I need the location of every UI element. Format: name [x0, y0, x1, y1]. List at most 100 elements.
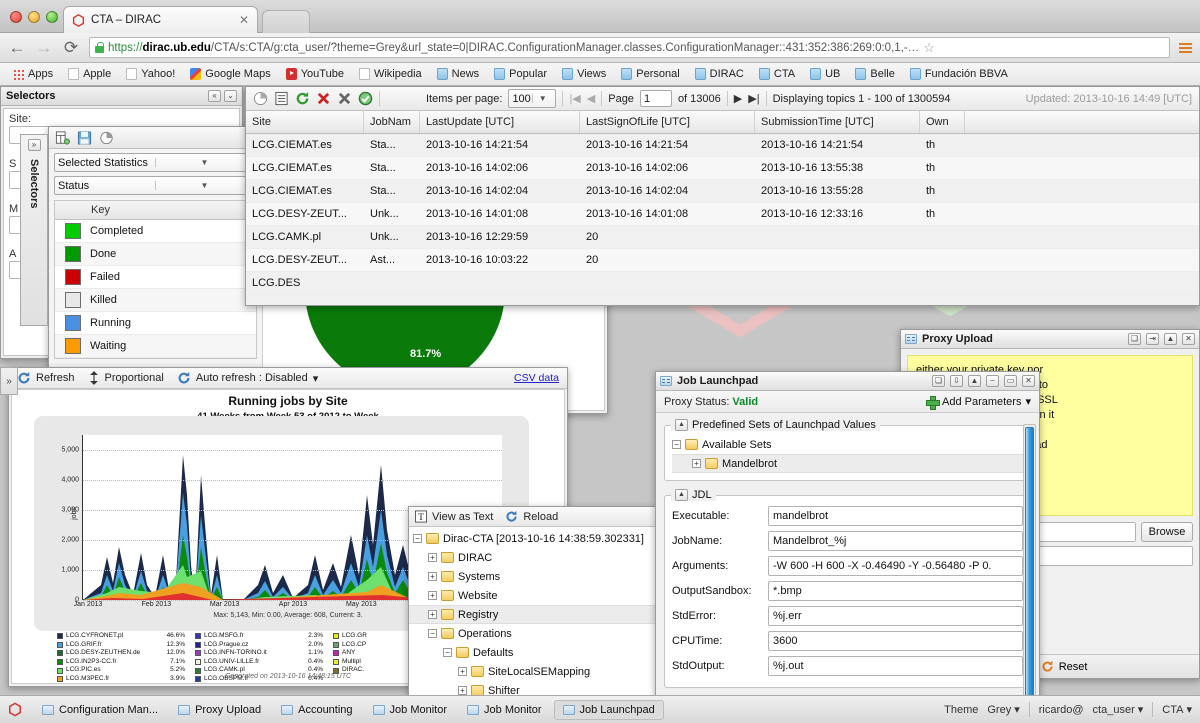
key-row[interactable]: Waiting	[55, 335, 256, 358]
refresh-button[interactable]: Refresh	[17, 371, 75, 385]
collapse-icon[interactable]: ▲	[675, 489, 688, 501]
jdl-field-input[interactable]: -W 600 -H 600 -X -0.46490 -Y -0.56480 -P…	[768, 556, 1023, 576]
taskbar-item[interactable]: Job Launchpad	[554, 700, 664, 720]
close-window-button[interactable]	[10, 11, 22, 23]
page-number-input[interactable]: 1	[640, 90, 672, 107]
tree-node[interactable]: − Defaults	[409, 643, 657, 662]
chevron-right-icon[interactable]: »	[28, 139, 41, 151]
refresh-icon[interactable]	[295, 91, 310, 106]
tree-node[interactable]: + Shifter	[409, 681, 657, 695]
proxy-reset-button[interactable]: Reset	[1041, 660, 1088, 673]
table-row[interactable]: LCG.CIEMAT.esSta...2013-10-16 14:02:0420…	[246, 180, 1199, 203]
kill-icon[interactable]	[337, 91, 352, 106]
chevron-down-icon[interactable]: ▾	[1138, 703, 1144, 716]
chevron-down-icon[interactable]: ▼	[532, 94, 553, 103]
jdl-field-input[interactable]: *.bmp	[768, 581, 1023, 601]
reload-button[interactable]: Reload	[505, 510, 558, 523]
minimize-icon[interactable]: −	[986, 375, 999, 387]
tree-node[interactable]: − Operations	[409, 624, 657, 643]
bookmark-apple[interactable]: Apple	[62, 66, 117, 82]
chevron-down-icon[interactable]: ▼	[155, 158, 253, 167]
table-row[interactable]: LCG.DESY-ZEUT...Ast...2013-10-16 10:03:2…	[246, 249, 1199, 272]
expand-toggle-icon[interactable]: −	[413, 534, 422, 543]
address-bar[interactable]: https://dirac.ub.edu/CTA/s:CTA/g:cta_use…	[89, 37, 1170, 58]
pin-icon[interactable]: ⇩	[950, 375, 963, 387]
selectors-side-tab[interactable]: » Selectors	[20, 134, 48, 326]
jdl-field-input[interactable]: %j.err	[768, 606, 1023, 626]
first-page-icon[interactable]: |◀	[569, 92, 580, 105]
expand-toggle-icon[interactable]: +	[692, 459, 701, 468]
launchpad-scrollbar-thumb[interactable]	[1025, 427, 1034, 695]
table-row[interactable]: LCG.DES	[246, 272, 1199, 295]
save-icon[interactable]	[77, 131, 92, 145]
forward-icon[interactable]: →	[35, 39, 53, 56]
table-row[interactable]: LCG.DESY-ZEUT...Unk...2013-10-16 14:01:0…	[246, 203, 1199, 226]
launchpad-scrollbar[interactable]: ▲ ▼	[1023, 424, 1036, 695]
proxy-browse-button[interactable]: Browse	[1141, 522, 1193, 542]
collapse-icon[interactable]: ▲	[675, 419, 688, 431]
expand-toggle-icon[interactable]: +	[458, 667, 467, 676]
tree-node[interactable]: + Registry	[409, 605, 657, 624]
collapse-icon[interactable]: ▲	[1164, 333, 1177, 345]
bookmark-personal[interactable]: Personal	[615, 66, 685, 82]
prev-page-icon[interactable]: ◀	[587, 92, 595, 105]
bookmark-yahoo-[interactable]: Yahoo!	[120, 66, 181, 82]
grouping-combo[interactable]: Status ▼	[54, 176, 257, 195]
bookmark-star-icon[interactable]: ☆	[923, 40, 935, 56]
chrome-menu-icon[interactable]	[1179, 43, 1192, 53]
expand-toggle-icon[interactable]: −	[428, 629, 437, 638]
tree-node[interactable]: + SiteLocalSEMapping	[409, 662, 657, 681]
expand-toggle-icon[interactable]: +	[428, 572, 437, 581]
submit-icon[interactable]	[358, 91, 373, 106]
expand-toggle-icon[interactable]: +	[428, 591, 437, 600]
tree-node[interactable]: + Website	[409, 586, 657, 605]
bookmark-wikipedia[interactable]: Wikipedia	[353, 66, 428, 82]
column-header[interactable]: LastSignOfLife [UTC]	[580, 111, 755, 133]
mandelbrot-set-node[interactable]: + Mandelbrot	[672, 454, 1023, 473]
delete-icon[interactable]	[316, 91, 331, 106]
column-header[interactable]: JobNam	[364, 111, 420, 133]
table-row[interactable]: LCG.CAMK.plUnk...2013-10-16 12:29:5920	[246, 226, 1199, 249]
window-traffic-lights[interactable]	[10, 11, 58, 23]
chevron-down-icon[interactable]: ▾	[1186, 703, 1192, 716]
taskbar-item[interactable]: Accounting	[273, 701, 360, 719]
selected-statistics-combo[interactable]: Selected Statistics ▼	[54, 153, 257, 172]
collapse-icon[interactable]: ▲	[968, 375, 981, 387]
last-page-icon[interactable]: ▶|	[748, 92, 759, 105]
tree-node[interactable]: + Systems	[409, 567, 657, 586]
close-icon[interactable]: ✕	[239, 13, 249, 27]
list-icon[interactable]	[274, 91, 289, 106]
table-config-icon[interactable]	[55, 131, 70, 145]
column-header[interactable]: LastUpdate [UTC]	[420, 111, 580, 133]
theme-menu[interactable]: Grey ▾	[987, 703, 1019, 716]
auto-refresh-menu[interactable]: Auto refresh : Disabled ▾	[177, 371, 318, 385]
taskbar-item[interactable]: Job Monitor	[365, 701, 455, 719]
accounting-expand-tab[interactable]: »	[0, 367, 18, 395]
restore-icon[interactable]: ❏	[932, 375, 945, 387]
expand-toggle-icon[interactable]: +	[458, 686, 467, 695]
bookmark-apps[interactable]: Apps	[7, 66, 59, 82]
key-row[interactable]: Failed	[55, 266, 256, 289]
expand-icon[interactable]: ⌄	[224, 90, 237, 102]
key-row[interactable]: Running	[55, 312, 256, 335]
bookmark-views[interactable]: Views	[556, 66, 612, 82]
dirac-logo-icon[interactable]	[8, 702, 22, 717]
collapse-icon[interactable]: «	[208, 90, 221, 102]
group-menu[interactable]: cta_user ▾	[1093, 703, 1144, 716]
add-parameters-menu[interactable]: Add Parameters ▾	[926, 395, 1031, 408]
column-header[interactable]: SubmissionTime [UTC]	[755, 111, 920, 133]
user-label[interactable]: ricardo@	[1039, 704, 1084, 716]
maximize-window-button[interactable]	[46, 11, 58, 23]
bookmark-dirac[interactable]: DIRAC	[689, 66, 750, 82]
tree-node[interactable]: − Dirac-CTA [2013-10-16 14:38:59.302331]	[409, 529, 657, 548]
chevron-down-icon[interactable]: ▾	[1025, 395, 1031, 408]
column-header[interactable]: Site	[246, 111, 364, 133]
bookmark-belle[interactable]: Belle	[849, 66, 900, 82]
restore-icon[interactable]: ❏	[1128, 333, 1141, 345]
close-icon[interactable]: ✕	[1022, 375, 1035, 387]
proportional-button[interactable]: Proportional	[88, 371, 164, 385]
bookmark-fundaci-n-bbva[interactable]: Fundación BBVA	[904, 66, 1014, 82]
bookmark-google-maps[interactable]: Google Maps	[184, 66, 276, 82]
setup-menu[interactable]: CTA ▾	[1162, 703, 1192, 716]
bookmark-ub[interactable]: UB	[804, 66, 846, 82]
